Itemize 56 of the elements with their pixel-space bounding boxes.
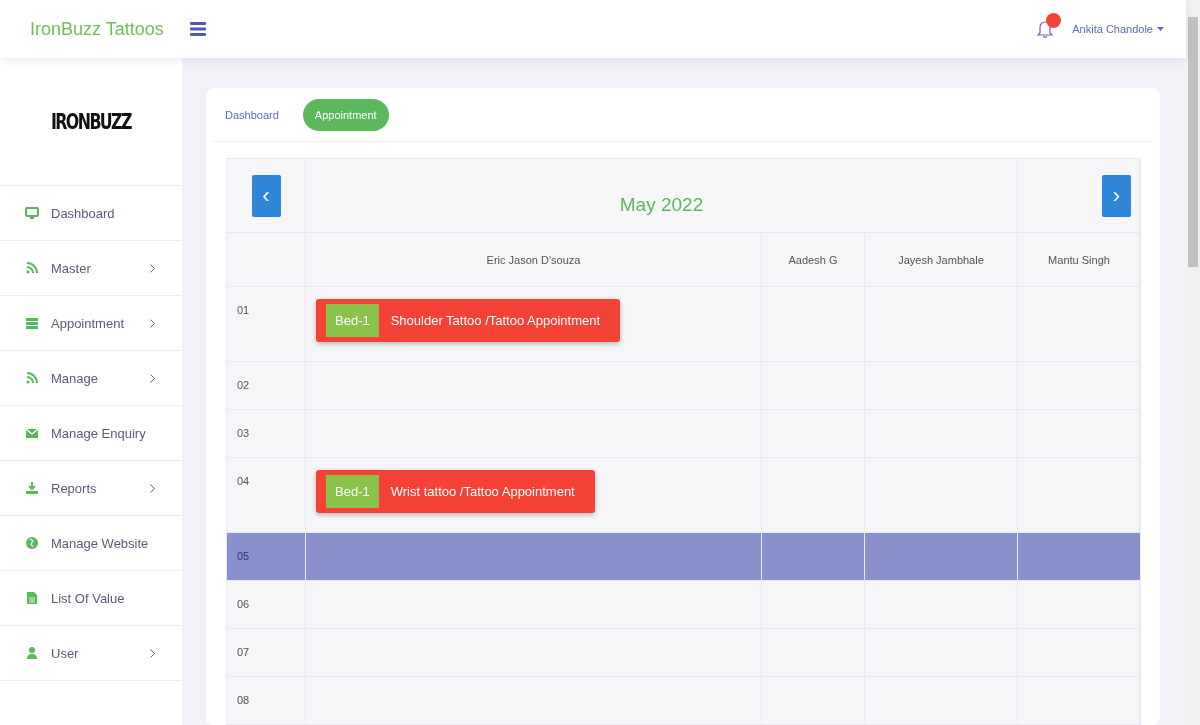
calendar-cell[interactable]: [1018, 581, 1141, 629]
sidebar-item[interactable]: Manage Website: [0, 516, 182, 571]
day-number: 01: [237, 304, 250, 316]
day-number: 05: [237, 550, 250, 562]
breadcrumb-link[interactable]: Dashboard: [225, 99, 279, 130]
calendar-cell[interactable]: [306, 533, 762, 581]
month-title: May 2022: [306, 159, 1018, 233]
bed-label: Bed-1: [326, 304, 379, 337]
menu-item-icon: [25, 536, 39, 550]
day-number: 08: [237, 694, 250, 706]
menu-item-icon: [25, 481, 39, 495]
sidebar-item[interactable]: Appointment: [0, 296, 182, 351]
next-month-button[interactable]: ›: [1102, 174, 1131, 217]
calendar-cell[interactable]: [762, 581, 865, 629]
day-number: 03: [237, 427, 250, 439]
scrollbar[interactable]: [1186, 0, 1200, 725]
menu-item-icon: [25, 206, 39, 220]
user-menu[interactable]: Ankita Chandole: [1072, 23, 1164, 35]
calendar-cell[interactable]: [1018, 533, 1141, 581]
calendar-cell[interactable]: [762, 533, 865, 581]
bed-label: Bed-1: [326, 475, 379, 508]
menu-item-icon: [25, 261, 39, 275]
calendar-cell[interactable]: Bed-1 Wrist tattoo /Tattoo Appointment: [306, 458, 762, 533]
sidebar-item[interactable]: Dashboard: [0, 186, 182, 241]
calendar-cell[interactable]: Bed-1 Shoulder Tattoo /Tattoo Appointment: [306, 287, 762, 362]
caret-icon: [1157, 27, 1164, 31]
event-title: Shoulder Tattoo /Tattoo Appointment: [390, 313, 601, 328]
column-header: Mantu Singh: [1048, 253, 1110, 266]
calendar-cell[interactable]: [865, 533, 1018, 581]
column-header: Aadesh G: [788, 253, 838, 266]
logo: IRONBUZZ: [51, 109, 131, 134]
menu-item-icon: [25, 646, 39, 660]
event-title: Wrist tattoo /Tattoo Appointment: [390, 484, 575, 499]
appointment-event[interactable]: Bed-1 Wrist tattoo /Tattoo Appointment: [316, 470, 595, 513]
sidebar-item[interactable]: Manage: [0, 351, 182, 406]
sidebar-item[interactable]: User: [0, 626, 182, 681]
day-number: 07: [237, 646, 250, 658]
appointment-event[interactable]: Bed-1 Shoulder Tattoo /Tattoo Appointment: [316, 299, 621, 342]
sidebar-item[interactable]: Manage Enquiry: [0, 406, 182, 461]
menu-item-icon: [25, 591, 39, 605]
column-header: Jayesh Jambhale: [898, 253, 984, 266]
day-number: 06: [237, 598, 250, 610]
sidebar-item[interactable]: List Of Value: [0, 571, 182, 626]
notification-bell-icon[interactable]: [1036, 19, 1055, 39]
sidebar-item[interactable]: Reports: [0, 461, 182, 516]
menu-icon[interactable]: [189, 22, 206, 36]
menu-item-icon: [25, 371, 39, 385]
sidebar-item[interactable]: Master: [0, 241, 182, 296]
menu-item-icon: [25, 316, 39, 330]
previous-month-button[interactable]: ‹: [251, 174, 281, 217]
menu-item-icon: [25, 426, 39, 440]
calendar-cell[interactable]: [306, 581, 762, 629]
calendar-cell[interactable]: [865, 581, 1018, 629]
column-header: Eric Jason D'souza: [486, 253, 581, 266]
day-number: 04: [237, 475, 250, 487]
day-number: 02: [237, 379, 250, 391]
